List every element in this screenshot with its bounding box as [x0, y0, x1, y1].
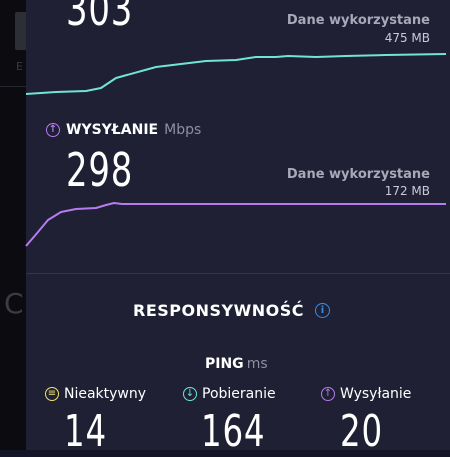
- info-icon[interactable]: i: [315, 303, 330, 318]
- ping-idle-header: ≡ Nieaktywny: [45, 386, 146, 402]
- ping-download-header: ↓ Pobieranie: [183, 386, 276, 402]
- upload-arrow-icon: ↑: [321, 387, 335, 401]
- background-element: E: [16, 60, 23, 73]
- upload-graph-line: [25, 202, 446, 247]
- ping-header: PING ms: [205, 356, 268, 372]
- ping-unit: ms: [246, 356, 268, 372]
- results-panel: 303 Dane wykorzystane 475 MB ↑ WYSYŁANIE…: [25, 0, 450, 457]
- section-divider: [26, 273, 450, 274]
- background-divider: [0, 86, 26, 87]
- upload-speed-graph: [25, 202, 446, 247]
- idle-icon: ≡: [45, 387, 59, 401]
- responsiveness-title: RESPONSYWNOŚĆ: [133, 301, 305, 320]
- ping-upload-label: Wysyłanie: [340, 386, 412, 402]
- download-arrow-icon: ↓: [183, 387, 197, 401]
- ping-label: PING: [205, 356, 244, 372]
- ping-upload-header: ↑ Wysyłanie: [321, 386, 411, 402]
- background-element: C: [4, 287, 24, 320]
- ping-idle-label: Nieaktywny: [64, 386, 147, 402]
- background-app: E C: [0, 0, 27, 450]
- ping-download-label: Pobieranie: [202, 386, 276, 402]
